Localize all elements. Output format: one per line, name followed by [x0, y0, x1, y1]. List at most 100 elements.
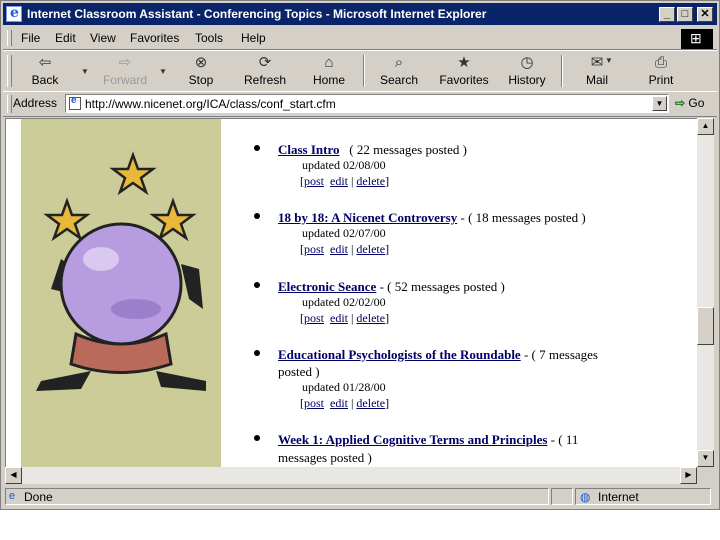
topic-item: Electronic Seance - ( 52 messages posted… [254, 279, 505, 295]
minimize-button[interactable]: _ [659, 7, 675, 22]
edit-link[interactable]: edit [330, 174, 348, 188]
mail-button[interactable]: ✉ Mail [571, 51, 623, 91]
crystal-ball-illustration [21, 119, 221, 467]
page-done-icon: e [9, 490, 16, 502]
topic-link[interactable]: Class Intro [278, 142, 340, 157]
scroll-thumb[interactable] [697, 307, 714, 345]
menu-view[interactable]: View [90, 31, 116, 45]
mail-label: Mail [585, 73, 608, 87]
scroll-up-icon[interactable]: ▲ [697, 118, 714, 135]
ie-app-icon[interactable] [6, 5, 22, 22]
post-link[interactable]: post [304, 396, 324, 410]
browser-window: Internet Classroom Assistant - Conferenc… [0, 0, 720, 510]
scroll-left-icon[interactable]: ◀ [5, 467, 22, 484]
windows-logo-icon [681, 29, 713, 49]
crystal-ball-icon [36, 151, 206, 391]
stop-button[interactable]: ⊗ Stop [175, 51, 227, 91]
address-dropdown-icon[interactable]: ▼ [652, 96, 667, 111]
refresh-icon: ⟳ [258, 54, 272, 71]
post-link[interactable]: post [304, 242, 324, 256]
post-link[interactable]: post [304, 174, 324, 188]
menu-tools[interactable]: Tools [195, 31, 223, 45]
menu-bar-grip[interactable] [7, 30, 12, 46]
mail-dropdown-icon[interactable]: ▼ [605, 56, 613, 65]
topic-header: Educational Psychologists of the Roundab… [278, 347, 598, 362]
topic-updated: updated 01/28/00 [302, 380, 386, 394]
edit-link[interactable]: edit [330, 311, 348, 325]
message-count-continued: messages posted ) [278, 450, 372, 465]
bullet-icon [254, 435, 260, 441]
page-icon [69, 95, 81, 110]
status-bar: e Done ◍ Internet [3, 487, 717, 507]
topic-link[interactable]: Week 1: Applied Cognitive Terms and Prin… [278, 432, 547, 447]
topic-item: Educational Psychologists of the Roundab… [254, 347, 598, 363]
menu-favorites[interactable]: Favorites [130, 31, 179, 45]
print-button[interactable]: ⎙ Print [635, 51, 687, 91]
menu-file[interactable]: File [21, 31, 40, 45]
delete-link[interactable]: delete [356, 311, 385, 325]
menu-edit[interactable]: Edit [55, 31, 76, 45]
search-label: Search [379, 73, 419, 87]
go-button[interactable]: ⇨ Go [675, 96, 704, 110]
back-arrow-icon: ⇦ [38, 54, 52, 71]
topic-header: Class Intro ( 22 messages posted ) [278, 142, 467, 157]
print-label: Print [648, 73, 674, 87]
topic-link[interactable]: Electronic Seance [278, 279, 376, 294]
address-bar-grip[interactable] [7, 95, 12, 113]
message-count: ( 22 messages posted ) [349, 142, 467, 157]
status-text-panel: e Done [5, 488, 549, 505]
zone-label: Internet [598, 490, 639, 504]
topic-link[interactable]: Educational Psychologists of the Roundab… [278, 347, 521, 362]
menu-help[interactable]: Help [241, 31, 266, 45]
scroll-down-icon[interactable]: ▼ [697, 450, 714, 467]
edit-link[interactable]: edit [330, 396, 348, 410]
back-button[interactable]: ⇦ Back [15, 51, 75, 91]
security-zone-panel: ◍ Internet [575, 488, 711, 505]
forward-arrow-icon: ⇨ [118, 54, 132, 71]
bullet-icon [254, 282, 260, 288]
back-dropdown-icon[interactable]: ▼ [81, 67, 89, 76]
topic-link[interactable]: 18 by 18: A Nicenet Controversy [278, 210, 457, 225]
menu-bar: File Edit View Favorites Tools Help [3, 27, 717, 50]
go-label: Go [688, 96, 705, 110]
refresh-label: Refresh [243, 73, 287, 87]
favorites-button[interactable]: ★ Favorites [433, 51, 495, 91]
forward-button[interactable]: ⇨ Forward [93, 51, 157, 91]
stop-icon: ⊗ [194, 54, 208, 71]
history-icon: ◷ [520, 54, 534, 71]
title-bar[interactable]: Internet Classroom Assistant - Conferenc… [3, 3, 717, 25]
go-arrow-icon: ⇨ [675, 96, 686, 110]
delete-link[interactable]: delete [356, 396, 385, 410]
refresh-button[interactable]: ⟳ Refresh [237, 51, 293, 91]
url-input[interactable] [85, 96, 645, 111]
delete-link[interactable]: delete [356, 242, 385, 256]
bullet-icon [254, 145, 260, 151]
history-button[interactable]: ◷ History [501, 51, 553, 91]
topic-updated: updated 02/07/00 [302, 226, 386, 240]
vertical-scrollbar[interactable]: ▲ ▼ [697, 118, 714, 467]
address-bar: Address ▼ ⇨ Go [3, 91, 717, 117]
window-title: Internet Classroom Assistant - Conferenc… [27, 7, 487, 21]
topic-header: 18 by 18: A Nicenet Controversy - ( 18 m… [278, 210, 586, 225]
maximize-button[interactable]: □ [677, 7, 693, 22]
delete-link[interactable]: delete [356, 174, 385, 188]
message-count: ( 52 messages posted ) [387, 279, 505, 294]
message-count: ( 7 messages [531, 347, 598, 362]
home-button[interactable]: ⌂ Home [303, 51, 355, 91]
page-content: Class Intro ( 22 messages posted ) updat… [5, 118, 697, 467]
close-button[interactable]: ✕ [697, 7, 713, 22]
stop-label: Stop [188, 73, 214, 87]
search-button[interactable]: ⌕ Search [371, 51, 427, 91]
post-link[interactable]: post [304, 311, 324, 325]
horizontal-scrollbar[interactable]: ◀ ▶ [5, 467, 697, 484]
address-field[interactable]: ▼ [65, 94, 669, 113]
topic-updated: updated 02/02/00 [302, 295, 386, 309]
edit-link[interactable]: edit [330, 242, 348, 256]
toolbar-grip[interactable] [7, 55, 12, 87]
message-count: ( 18 messages posted ) [468, 210, 586, 225]
scroll-right-icon[interactable]: ▶ [680, 467, 697, 484]
forward-dropdown-icon[interactable]: ▼ [159, 67, 167, 76]
topic-item: 18 by 18: A Nicenet Controversy - ( 18 m… [254, 210, 586, 226]
print-icon: ⎙ [654, 54, 667, 71]
topic-item: Week 1: Applied Cognitive Terms and Prin… [254, 432, 578, 448]
